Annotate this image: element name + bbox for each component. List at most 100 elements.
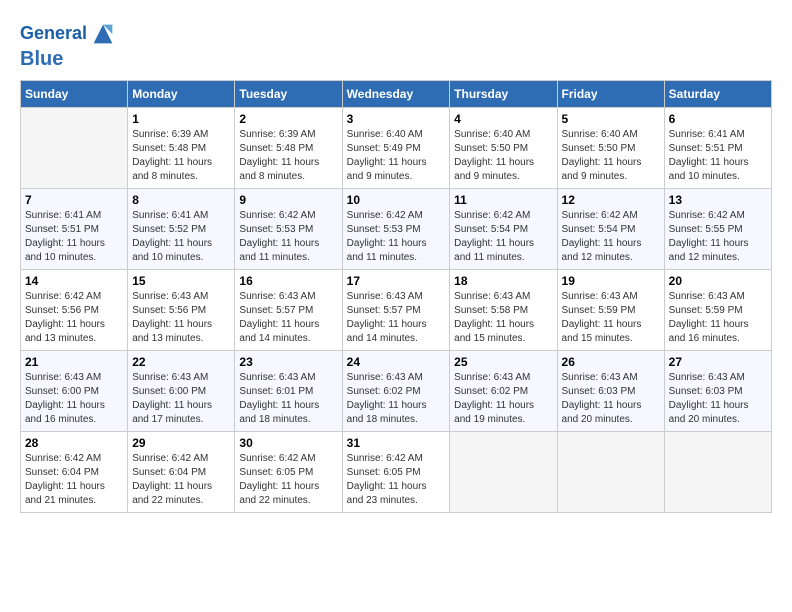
day-info: Sunrise: 6:42 AM Sunset: 5:53 PM Dayligh… (347, 209, 446, 265)
day-number: 17 (347, 274, 446, 288)
day-info: Sunrise: 6:40 AM Sunset: 5:49 PM Dayligh… (347, 128, 446, 184)
calendar-cell: 24 Sunrise: 6:43 AM Sunset: 6:02 PM Dayli… (342, 351, 450, 432)
calendar-cell: 20 Sunrise: 6:43 AM Sunset: 5:59 PM Dayli… (664, 270, 771, 351)
calendar-cell: 28Sunrise: 6:42 AM Sunset: 6:04 PM Dayli… (21, 432, 128, 513)
calendar-cell: 13Sunrise: 6:42 AM Sunset: 5:55 PM Dayli… (664, 189, 771, 270)
day-info: Sunrise: 6:43 AM Sunset: 6:01 PM Dayligh… (239, 371, 337, 427)
calendar-cell: 9 Sunrise: 6:42 AM Sunset: 5:53 PM Daylig… (235, 189, 342, 270)
day-number: 27 (669, 355, 767, 369)
calendar-body: 1 Sunrise: 6:39 AM Sunset: 5:48 PM Daylig… (21, 108, 772, 513)
calendar-cell: 29Sunrise: 6:42 AM Sunset: 6:04 PM Dayli… (128, 432, 235, 513)
day-info: Sunrise: 6:43 AM Sunset: 6:02 PM Dayligh… (347, 371, 446, 427)
calendar-day-header: Saturday (664, 81, 771, 108)
day-number: 29 (132, 436, 230, 450)
day-info: Sunrise: 6:43 AM Sunset: 5:58 PM Dayligh… (454, 290, 552, 346)
day-info: Sunrise: 6:41 AM Sunset: 5:52 PM Dayligh… (132, 209, 230, 265)
day-info: Sunrise: 6:40 AM Sunset: 5:50 PM Dayligh… (454, 128, 552, 184)
calendar-cell: 26 Sunrise: 6:43 AM Sunset: 6:03 PM Dayli… (557, 351, 664, 432)
calendar-cell: 1 Sunrise: 6:39 AM Sunset: 5:48 PM Daylig… (128, 108, 235, 189)
calendar-cell: 2 Sunrise: 6:39 AM Sunset: 5:48 PM Daylig… (235, 108, 342, 189)
calendar-cell: 4 Sunrise: 6:40 AM Sunset: 5:50 PM Daylig… (450, 108, 557, 189)
day-info: Sunrise: 6:42 AM Sunset: 5:54 PM Dayligh… (454, 209, 552, 265)
day-info: Sunrise: 6:43 AM Sunset: 5:59 PM Dayligh… (562, 290, 660, 346)
calendar-cell: 3Sunrise: 6:40 AM Sunset: 5:49 PM Daylig… (342, 108, 450, 189)
day-number: 1 (132, 112, 230, 126)
day-number: 16 (239, 274, 337, 288)
calendar-cell: 23 Sunrise: 6:43 AM Sunset: 6:01 PM Dayli… (235, 351, 342, 432)
calendar-cell: 5 Sunrise: 6:40 AM Sunset: 5:50 PM Daylig… (557, 108, 664, 189)
calendar-cell (450, 432, 557, 513)
day-info: Sunrise: 6:43 AM Sunset: 6:00 PM Dayligh… (25, 371, 123, 427)
day-info: Sunrise: 6:41 AM Sunset: 5:51 PM Dayligh… (669, 128, 767, 184)
day-number: 14 (25, 274, 123, 288)
day-number: 15 (132, 274, 230, 288)
calendar-day-header: Thursday (450, 81, 557, 108)
day-number: 28 (25, 436, 123, 450)
day-number: 12 (562, 193, 660, 207)
calendar-day-header: Wednesday (342, 81, 450, 108)
day-info: Sunrise: 6:43 AM Sunset: 6:03 PM Dayligh… (562, 371, 660, 427)
day-info: Sunrise: 6:43 AM Sunset: 5:56 PM Dayligh… (132, 290, 230, 346)
day-number: 30 (239, 436, 337, 450)
day-number: 13 (669, 193, 767, 207)
day-number: 19 (562, 274, 660, 288)
calendar-cell: 10 Sunrise: 6:42 AM Sunset: 5:53 PM Dayli… (342, 189, 450, 270)
calendar-cell: 21 Sunrise: 6:43 AM Sunset: 6:00 PM Dayli… (21, 351, 128, 432)
day-info: Sunrise: 6:43 AM Sunset: 5:57 PM Dayligh… (347, 290, 446, 346)
day-info: Sunrise: 6:40 AM Sunset: 5:50 PM Dayligh… (562, 128, 660, 184)
day-number: 25 (454, 355, 552, 369)
day-number: 9 (239, 193, 337, 207)
logo-text: GeneralBlue (20, 20, 117, 70)
day-number: 18 (454, 274, 552, 288)
calendar-cell: 6 Sunrise: 6:41 AM Sunset: 5:51 PM Daylig… (664, 108, 771, 189)
calendar-day-header: Tuesday (235, 81, 342, 108)
calendar-day-header: Sunday (21, 81, 128, 108)
day-info: Sunrise: 6:39 AM Sunset: 5:48 PM Dayligh… (239, 128, 337, 184)
day-number: 4 (454, 112, 552, 126)
logo: GeneralBlue (20, 20, 117, 70)
calendar-day-header: Monday (128, 81, 235, 108)
day-number: 8 (132, 193, 230, 207)
calendar-cell: 8 Sunrise: 6:41 AM Sunset: 5:52 PM Daylig… (128, 189, 235, 270)
calendar-cell: 22 Sunrise: 6:43 AM Sunset: 6:00 PM Dayli… (128, 351, 235, 432)
calendar-cell: 12 Sunrise: 6:42 AM Sunset: 5:54 PM Dayli… (557, 189, 664, 270)
calendar-table: SundayMondayTuesdayWednesdayThursdayFrid… (20, 80, 772, 513)
calendar-cell: 7 Sunrise: 6:41 AM Sunset: 5:51 PM Daylig… (21, 189, 128, 270)
day-info: Sunrise: 6:43 AM Sunset: 6:02 PM Dayligh… (454, 371, 552, 427)
calendar-day-header: Friday (557, 81, 664, 108)
day-number: 2 (239, 112, 337, 126)
day-number: 5 (562, 112, 660, 126)
day-info: Sunrise: 6:42 AM Sunset: 5:53 PM Dayligh… (239, 209, 337, 265)
day-number: 6 (669, 112, 767, 126)
day-number: 26 (562, 355, 660, 369)
calendar-cell: 31 Sunrise: 6:42 AM Sunset: 6:05 PM Dayli… (342, 432, 450, 513)
day-info: Sunrise: 6:41 AM Sunset: 5:51 PM Dayligh… (25, 209, 123, 265)
calendar-cell: 18 Sunrise: 6:43 AM Sunset: 5:58 PM Dayli… (450, 270, 557, 351)
page-header: GeneralBlue (20, 20, 772, 70)
day-number: 10 (347, 193, 446, 207)
day-info: Sunrise: 6:43 AM Sunset: 5:59 PM Dayligh… (669, 290, 767, 346)
calendar-cell: 14 Sunrise: 6:42 AM Sunset: 5:56 PM Dayli… (21, 270, 128, 351)
calendar-cell: 19 Sunrise: 6:43 AM Sunset: 5:59 PM Dayli… (557, 270, 664, 351)
day-number: 7 (25, 193, 123, 207)
day-info: Sunrise: 6:43 AM Sunset: 6:00 PM Dayligh… (132, 371, 230, 427)
day-number: 31 (347, 436, 446, 450)
day-number: 21 (25, 355, 123, 369)
day-number: 23 (239, 355, 337, 369)
calendar-cell: 11Sunrise: 6:42 AM Sunset: 5:54 PM Dayli… (450, 189, 557, 270)
day-info: Sunrise: 6:39 AM Sunset: 5:48 PM Dayligh… (132, 128, 230, 184)
calendar-cell (21, 108, 128, 189)
calendar-cell: 30Sunrise: 6:42 AM Sunset: 6:05 PM Dayli… (235, 432, 342, 513)
day-number: 22 (132, 355, 230, 369)
day-info: Sunrise: 6:42 AM Sunset: 6:05 PM Dayligh… (347, 452, 446, 508)
day-number: 24 (347, 355, 446, 369)
day-info: Sunrise: 6:43 AM Sunset: 6:03 PM Dayligh… (669, 371, 767, 427)
calendar-cell (557, 432, 664, 513)
day-info: Sunrise: 6:42 AM Sunset: 5:54 PM Dayligh… (562, 209, 660, 265)
day-info: Sunrise: 6:42 AM Sunset: 5:56 PM Dayligh… (25, 290, 123, 346)
day-number: 20 (669, 274, 767, 288)
calendar-cell: 15 Sunrise: 6:43 AM Sunset: 5:56 PM Dayli… (128, 270, 235, 351)
calendar-cell: 16 Sunrise: 6:43 AM Sunset: 5:57 PM Dayli… (235, 270, 342, 351)
day-info: Sunrise: 6:43 AM Sunset: 5:57 PM Dayligh… (239, 290, 337, 346)
calendar-cell: 17 Sunrise: 6:43 AM Sunset: 5:57 PM Dayli… (342, 270, 450, 351)
